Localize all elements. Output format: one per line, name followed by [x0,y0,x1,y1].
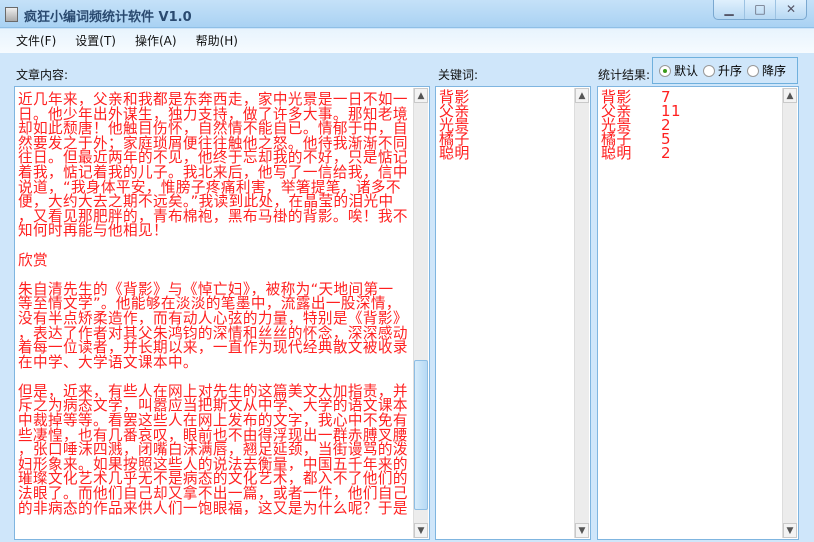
window-controls: ▁ □ ✕ [713,0,807,20]
results-textarea[interactable]: 背影 7 父亲 11 光景 2 橘子 5 聪明 2 ▲ ▼ [597,86,799,540]
calculator-app-icon [5,7,18,22]
radio-icon [703,64,716,77]
menu-help[interactable]: 帮助(H) [196,29,238,53]
maximize-button[interactable]: □ [745,0,776,19]
menu-settings[interactable]: 设置(T) [75,29,116,53]
article-scrollbar[interactable]: ▲ ▼ [413,88,428,538]
scroll-up-icon[interactable]: ▲ [575,88,589,103]
sort-radio-group: 默认 升序 降序 [652,57,798,84]
scroll-down-icon[interactable]: ▼ [575,523,589,538]
radio-ascending[interactable]: 升序 [703,62,742,79]
content-label: 文章内容: [16,68,69,82]
article-text: 近几年来，父亲和我都是东奔西走，家中光景是一日不如一 日。他少年出外谋生，独力支… [18,91,408,517]
keyword-item: 聪明 [439,144,470,162]
keywords-list: 背影 父亲 光景 橘子 聪明 [439,90,470,162]
menu-file[interactable]: 文件(F) [16,29,56,53]
menu-operations[interactable]: 操作(A) [135,29,177,53]
result-word: 聪明 [601,144,632,162]
scroll-up-icon[interactable]: ▲ [414,88,428,103]
radio-icon [747,64,760,77]
results-scrollbar[interactable]: ▲ ▼ [782,88,797,538]
close-button[interactable]: ✕ [776,0,806,19]
results-label: 统计结果: [598,68,651,82]
scroll-down-icon[interactable]: ▼ [414,523,428,538]
minimize-button[interactable]: ▁ [714,0,745,19]
radio-selected-icon [659,64,671,77]
scroll-down-icon[interactable]: ▼ [783,523,797,538]
keywords-scrollbar[interactable]: ▲ ▼ [574,88,589,538]
keywords-textarea[interactable]: 背影 父亲 光景 橘子 聪明 ▲ ▼ [435,86,591,540]
radio-default[interactable]: 默认 [659,62,698,79]
article-textarea[interactable]: 近几年来，父亲和我都是东奔西走，家中光景是一日不如一 日。他少年出外谋生，独力支… [14,86,430,540]
window-title: 疯狂小编词频统计软件 V1.0 [24,10,192,25]
keywords-label: 关键词: [438,68,479,82]
title-bar: 疯狂小编词频统计软件 V1.0 ▁ □ ✕ [0,0,814,28]
results-list: 背影 7 父亲 11 光景 2 橘子 5 聪明 2 [601,90,681,162]
scroll-thumb[interactable] [414,360,428,510]
scroll-up-icon[interactable]: ▲ [783,88,797,103]
result-row: 聪明 2 [601,144,681,162]
menu-bar: 文件(F) 设置(T) 操作(A) 帮助(H) [0,29,814,53]
radio-descending[interactable]: 降序 [747,62,786,79]
result-count: 2 [661,144,671,162]
